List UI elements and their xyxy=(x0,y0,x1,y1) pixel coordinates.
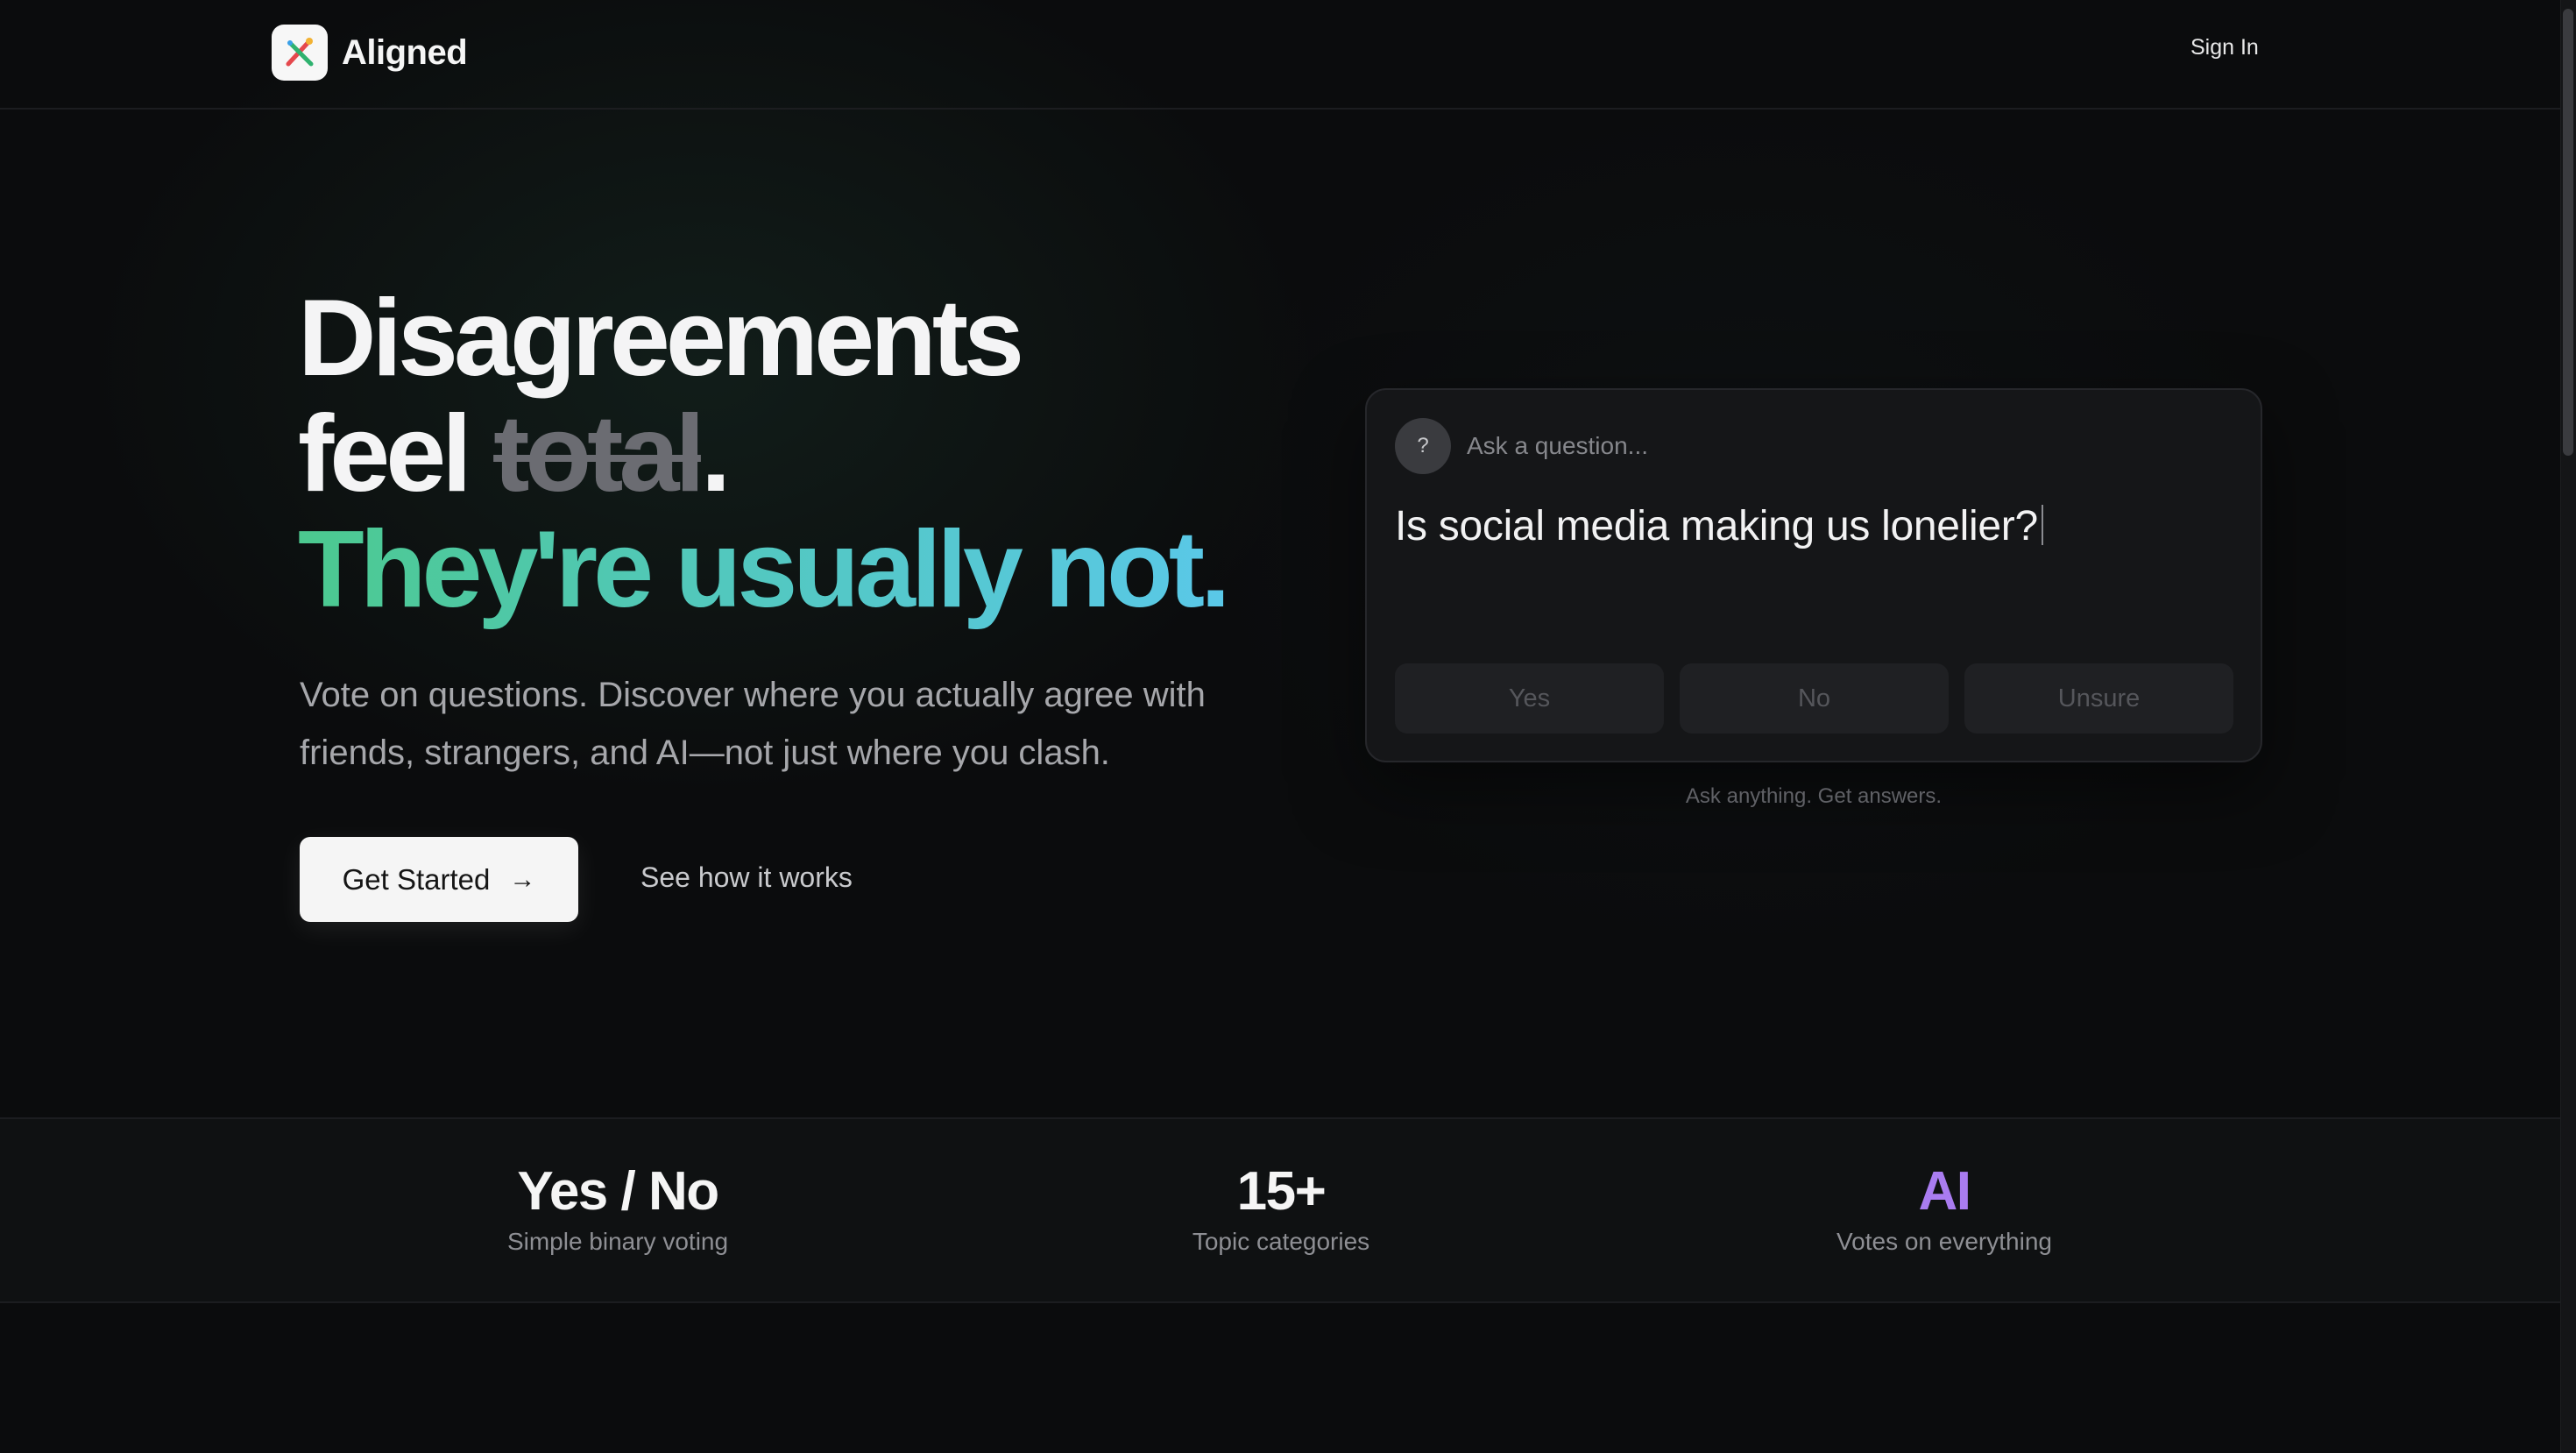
arrow-right-icon: → xyxy=(509,864,536,894)
get-started-button[interactable]: Get Started → xyxy=(300,837,578,922)
text-caret xyxy=(2041,505,2043,545)
stat-value: Yes / No xyxy=(517,1161,719,1222)
card-caption: Ask anything. Get answers. xyxy=(1685,784,1943,808)
stats-band: Yes / No Simple binary voting 15+ Topic … xyxy=(0,1117,2560,1303)
question-card: ? Ask a question... Is social media maki… xyxy=(1365,388,2262,762)
question-text: Is social media making us lonelier? xyxy=(1395,503,2038,549)
brand-name: Aligned xyxy=(342,32,468,72)
headline-struck-word: total xyxy=(493,393,705,514)
vote-unsure-button[interactable]: Unsure xyxy=(1964,663,2233,734)
hero-headline: Disagreements feel total. They're usuall… xyxy=(298,278,1231,630)
headline-line-1: Disagreements xyxy=(298,278,1024,399)
hero-subtext: Vote on questions. Discover where you ac… xyxy=(300,676,1206,772)
get-started-label: Get Started xyxy=(342,862,491,896)
brand-logo[interactable]: Aligned xyxy=(272,25,468,81)
landing-page: Aligned Sign In Disagreements feel total… xyxy=(0,0,2576,1453)
vote-no-button[interactable]: No xyxy=(1680,663,1949,734)
stat-label: Topic categories xyxy=(1192,1228,1370,1255)
question-input[interactable]: Is social media making us lonelier? xyxy=(1395,502,2236,550)
page-scrollbar[interactable] xyxy=(2560,0,2576,1453)
headline-line-2: feel total. xyxy=(298,396,1227,512)
sign-in-button[interactable]: Sign In xyxy=(2190,35,2259,60)
question-mark-icon: ? xyxy=(1395,418,1451,474)
ask-question-placeholder[interactable]: Ask a question... xyxy=(1467,432,1648,460)
headline-gradient-text: They're usually not. xyxy=(298,509,1231,630)
stat-categories: 15+ Topic categories xyxy=(1018,1161,1544,1256)
stat-label: Simple binary voting xyxy=(506,1228,729,1255)
top-nav: Aligned Sign In xyxy=(0,0,2560,110)
stat-value: 15+ xyxy=(1236,1161,1327,1222)
vote-options: Yes No Unsure xyxy=(1395,663,2233,734)
stat-label: Votes on everything xyxy=(1836,1228,2052,1255)
aligned-logo-icon xyxy=(272,25,328,81)
see-how-it-works-link[interactable]: See how it works xyxy=(640,861,853,894)
headline-word-feel: feel xyxy=(298,393,472,514)
headline-period: . xyxy=(700,393,732,514)
stat-voting: Yes / No Simple binary voting xyxy=(355,1161,881,1256)
headline-line-3: They're usually not. xyxy=(298,509,1231,630)
scrollbar-thumb[interactable] xyxy=(2563,9,2573,456)
stat-ai: AI Votes on everything xyxy=(1681,1161,2207,1256)
stat-value: AI xyxy=(1918,1161,1972,1222)
vote-yes-button[interactable]: Yes xyxy=(1395,663,1664,734)
